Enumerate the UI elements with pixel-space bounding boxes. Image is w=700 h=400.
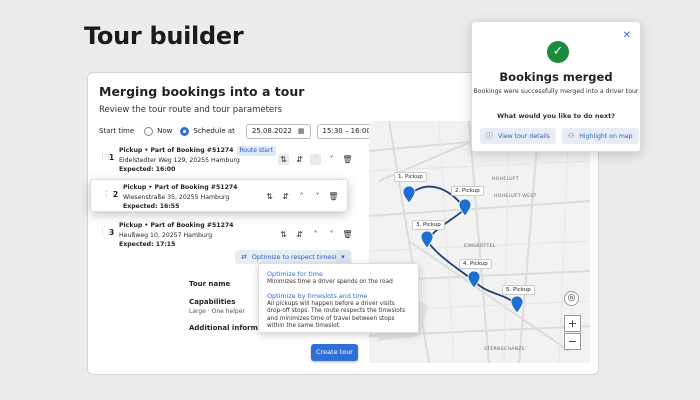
pin-label-2[interactable]: 2. Pickup	[451, 186, 484, 196]
merge-icon[interactable]: ⇵	[294, 229, 305, 240]
stop-actions: ⇅ ⇵ ˄ ˅ 🗑	[278, 154, 353, 165]
move-down-icon[interactable]: ˅	[312, 191, 323, 202]
stop-expected: Expected: 16:55	[123, 203, 180, 210]
stop-info: Pickup • Part of Booking #51274 Route sta…	[119, 146, 278, 175]
stop-actions: ⇅ ⇵ ˄ ˅ 🗑	[264, 191, 339, 211]
radio-schedule-circle[interactable]	[180, 126, 190, 136]
move-up-icon[interactable]: ˄	[310, 154, 321, 165]
stop-title: Pickup • Part of Booking #51274	[119, 222, 234, 229]
stop-address: Heußweg 10, 20257 Hamburg	[119, 231, 213, 239]
calendar-icon: ▦	[297, 127, 305, 135]
stop-item-1[interactable]: ⋮⋮ 1 Pickup • Part of Booking #51274 Rout…	[99, 143, 353, 177]
stop-number: 3	[109, 228, 115, 237]
stop-address: Wiesenstraße 35, 20255 Hamburg	[123, 193, 230, 201]
drag-handle-icon[interactable]: ⋮⋮	[99, 153, 112, 161]
pin-label-1[interactable]: 1. Pickup	[394, 172, 427, 182]
stop-expected: Expected: 17:15	[119, 241, 176, 248]
optimize-button[interactable]: ⇄ Optimize to respect timeslots	[235, 250, 353, 264]
stop-info: Pickup • Part of Booking #51274 Wiesenst…	[123, 183, 264, 211]
delete-icon[interactable]: 🗑	[328, 191, 339, 202]
optimize-time-desc: Minimizes time a driver spends on the ro…	[267, 279, 393, 285]
merge-icon[interactable]: ⇵	[280, 191, 291, 202]
map-label-hoheluft-west: HOHELUFT-WEST	[494, 194, 537, 199]
pin-label-5[interactable]: 5. Pickup	[502, 285, 535, 295]
merge-icon[interactable]: ⇵	[294, 154, 305, 165]
locate-icon[interactable]: ◎	[564, 291, 579, 306]
optimize-options-toggle[interactable]: ▾	[336, 250, 350, 264]
check-icon: ✓	[547, 41, 569, 63]
optimize-timeslots-option[interactable]: Optimize by timeslots and time	[267, 292, 410, 300]
radio-now[interactable]: Now	[144, 126, 173, 136]
stop-address: Eidelstedter Weg 129, 20255 Hamburg	[119, 156, 240, 164]
route-start-badge: Route start	[236, 146, 276, 156]
split-icon[interactable]: ⇅	[278, 229, 289, 240]
move-up-icon[interactable]: ˄	[296, 191, 307, 202]
stop-actions: ⇅ ⇵ ˄ ˅ 🗑	[278, 229, 353, 240]
drag-handle-icon[interactable]: ⋮⋮	[103, 190, 117, 211]
bookings-merged-popover: ✕ ✓ Bookings merged Bookings were succes…	[471, 21, 641, 152]
stop-item-3[interactable]: ⋮⋮ 3 Pickup • Part of Booking #51274 Heu…	[99, 218, 353, 252]
stop-number: 2	[113, 190, 119, 199]
delete-icon[interactable]: 🗑	[342, 154, 353, 165]
view-tour-details-label: View tour details	[498, 132, 550, 140]
stop-title: Pickup • Part of Booking #51274	[119, 147, 234, 154]
start-time-row: Start time Now Schedule at 25.08.2022 ▦ …	[99, 123, 387, 139]
close-icon[interactable]: ✕	[623, 30, 631, 41]
optimize-menu: Optimize for time Minimizes time a drive…	[258, 263, 419, 333]
stop-item-2-dragging[interactable]: ⋮⋮ 2 Pickup • Part of Booking #51274 Wie…	[90, 179, 348, 212]
popover-question: What would you like to do next?	[497, 112, 615, 120]
info-icon: ⓘ	[486, 132, 493, 140]
popover-desc: Bookings were successfully merged into a…	[473, 88, 639, 95]
highlight-on-map-label: Highlight on map	[579, 132, 633, 140]
stop-title: Pickup • Part of Booking #51274	[123, 184, 238, 191]
pin-label-4[interactable]: 4. Pickup	[459, 259, 492, 269]
pin-label-3[interactable]: 3. Pickup	[412, 220, 445, 230]
move-up-icon[interactable]: ˄	[310, 229, 321, 240]
move-down-icon[interactable]: ˅	[326, 229, 337, 240]
time-range-value: 15:30 – 16:00	[322, 127, 371, 135]
radio-schedule[interactable]: Schedule at	[180, 126, 235, 136]
move-down-icon[interactable]: ˅	[326, 154, 337, 165]
date-value: 25.08.2022	[251, 127, 292, 135]
start-time-label: Start time	[99, 127, 135, 135]
radio-now-label: Now	[157, 127, 173, 135]
stop-expected: Expected: 16:00	[119, 166, 176, 173]
map-label-sternschanze: STERNSCHANZE	[484, 347, 526, 352]
create-tour-button[interactable]: Create tour	[311, 344, 358, 361]
drag-handle-icon[interactable]: ⋮⋮	[99, 228, 112, 236]
popover-title: Bookings merged	[499, 70, 613, 84]
stop-number: 1	[109, 153, 115, 162]
user-pin-icon: ⚇	[568, 132, 575, 140]
zoom-in-button[interactable]: +	[564, 315, 581, 332]
map-label-hoheluft: HOHELUFT	[492, 177, 519, 182]
radio-now-circle[interactable]	[144, 126, 154, 136]
page-title: Tour builder	[84, 22, 244, 50]
delete-icon[interactable]: 🗑	[342, 229, 353, 240]
stop-info: Pickup • Part of Booking #51274 Heußweg …	[119, 221, 278, 250]
optimize-label: Optimize to respect timeslots	[251, 253, 347, 261]
split-icon[interactable]: ⇅	[264, 191, 275, 202]
map-label-eimsbuettel: EIMSBÜTTEL	[464, 244, 496, 249]
card-title: Merging bookings into a tour	[99, 84, 305, 99]
zoom-out-button[interactable]: −	[564, 333, 581, 350]
date-field[interactable]: 25.08.2022 ▦	[245, 123, 311, 139]
card-subtitle: Review the tour route and tour parameter…	[99, 105, 283, 115]
split-icon[interactable]: ⇅	[278, 154, 289, 165]
view-tour-details-button[interactable]: ⓘ View tour details	[480, 128, 556, 144]
optimize-icon: ⇄	[241, 253, 247, 261]
optimize-time-option[interactable]: Optimize for time	[267, 270, 410, 278]
radio-schedule-label: Schedule at	[193, 127, 235, 135]
highlight-on-map-button[interactable]: ⚇ Highlight on map	[562, 128, 639, 144]
optimize-timeslots-desc: All pickups will happen before a driver …	[267, 300, 406, 330]
